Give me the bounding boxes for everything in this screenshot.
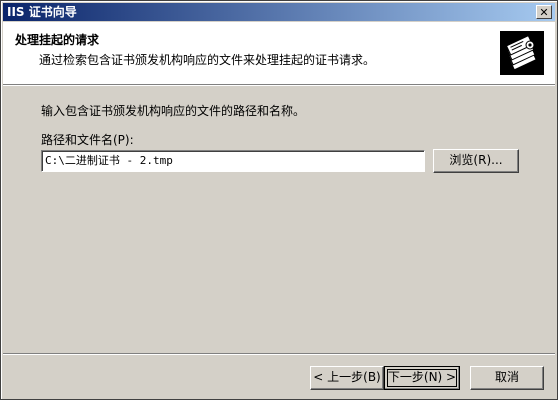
- certificate-icon: [500, 31, 544, 75]
- close-button[interactable]: ✕: [536, 5, 552, 19]
- page-title: 处理挂起的请求: [15, 33, 100, 47]
- window-title: IIS 证书向导: [7, 5, 77, 19]
- title-bar[interactable]: IIS 证书向导 ✕: [3, 3, 555, 21]
- browse-button[interactable]: 浏览(R)...: [433, 149, 519, 173]
- path-label: 路径和文件名(P):: [41, 133, 134, 147]
- header-divider: [3, 85, 555, 86]
- wizard-header: 处理挂起的请求 通过检索包含证书颁发机构响应的文件来处理挂起的证书请求。: [3, 22, 555, 85]
- back-button[interactable]: < 上一步(B): [310, 366, 384, 390]
- wizard-window: IIS 证书向导 ✕ 处理挂起的请求 通过检索包含证书颁发机构响应的文件来处理挂…: [0, 0, 558, 400]
- close-icon: ✕: [539, 6, 549, 19]
- path-input[interactable]: C:\二进制证书 - 2.tmp: [41, 150, 425, 172]
- instruction-text: 输入包含证书颁发机构响应的文件的路径和名称。: [41, 104, 306, 118]
- footer-divider-highlight: [3, 354, 555, 355]
- next-button[interactable]: 下一步(N) >: [384, 366, 460, 390]
- page-subtitle: 通过检索包含证书颁发机构响应的文件来处理挂起的证书请求。: [39, 53, 376, 67]
- cancel-button[interactable]: 取消: [470, 366, 544, 390]
